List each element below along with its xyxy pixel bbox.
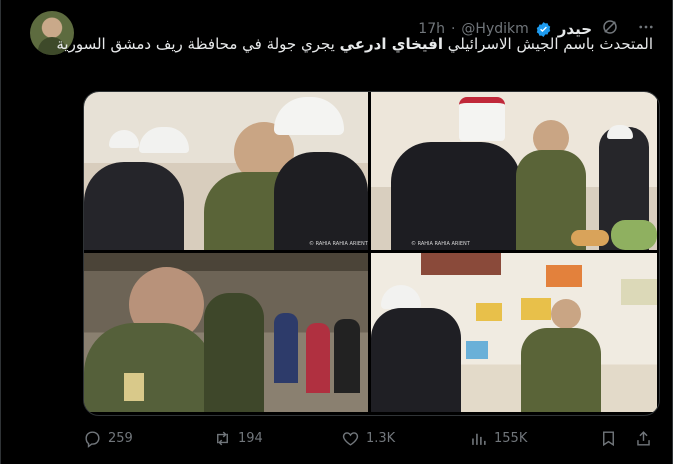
- like-button[interactable]: 1.3K: [341, 429, 395, 448]
- reply-icon: [85, 431, 100, 448]
- bookmark-button[interactable]: [599, 429, 618, 448]
- reply-count: 259: [108, 431, 133, 446]
- photo-2[interactable]: © RAHIA RAHIA ARIENT: [371, 92, 657, 250]
- tweet: حيدر @Hydikm · 17h المتحدث باسم الجيش ال…: [0, 0, 673, 464]
- repost-count: 194: [238, 431, 263, 446]
- photo-1[interactable]: © RAHIA RAHIA ARIENT: [84, 92, 368, 250]
- repost-button[interactable]: 194: [213, 429, 263, 448]
- views-count: 155K: [494, 431, 528, 446]
- like-icon: [342, 432, 359, 446]
- repost-icon: [217, 431, 228, 446]
- text-bold-name[interactable]: افيخاي ادرعي: [340, 35, 443, 53]
- reply-button[interactable]: 259: [83, 429, 133, 448]
- photo-4[interactable]: [371, 253, 657, 412]
- share-icon: [637, 431, 650, 446]
- photo-caption: © RAHIA RAHIA ARIENT: [411, 241, 470, 247]
- bookmark-icon: [603, 431, 614, 447]
- views-icon: [472, 433, 486, 445]
- tweet-text: المتحدث باسم الجيش الاسرائيلي افيخاي ادر…: [53, 34, 653, 55]
- views-button[interactable]: 155K: [469, 429, 527, 448]
- like-count: 1.3K: [366, 431, 396, 446]
- photo-3[interactable]: [84, 253, 368, 412]
- text-part: المتحدث باسم الجيش الاسرائيلي: [443, 35, 653, 53]
- photo-caption: © RAHIA RAHIA ARIENT: [309, 241, 368, 247]
- text-part: يجري جولة في محافظة ريف دمشق السورية: [56, 35, 340, 53]
- media-grid: © RAHIA RAHIA ARIENT © RAHIA RAHIA ARIEN…: [83, 91, 660, 416]
- action-bar: 259 194 1.3K 155K: [83, 425, 658, 453]
- share-button[interactable]: [634, 429, 653, 448]
